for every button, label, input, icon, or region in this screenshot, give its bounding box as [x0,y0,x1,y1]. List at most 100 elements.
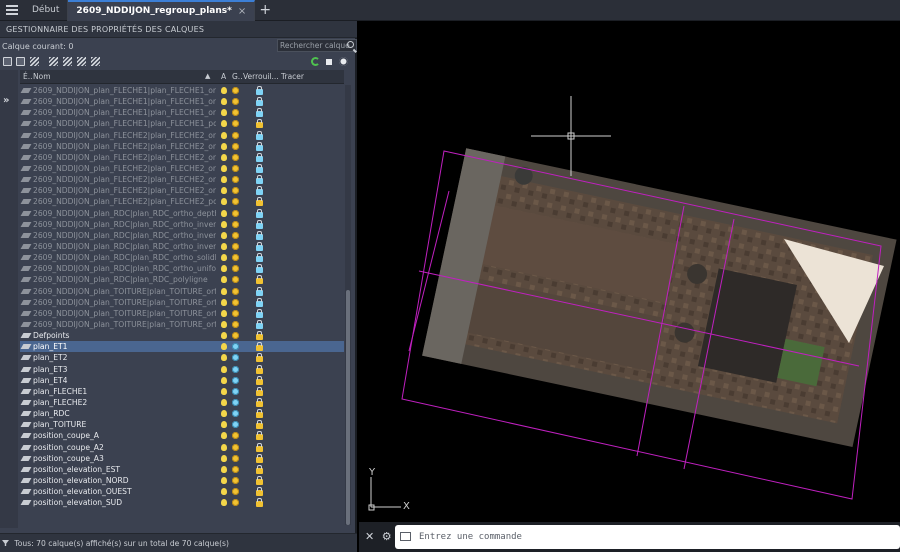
snowflake-icon[interactable] [232,343,239,351]
layer-row[interactable]: 2609_NDDIJON_plan_FLECHE2|plan_FLECHE2_o… [20,141,344,152]
sun-icon[interactable] [232,499,239,507]
unlock-icon[interactable] [256,442,263,452]
layer-name[interactable]: 2609_NDDIJON_plan_RDC|plan_RDC_ortho_uni… [33,263,216,274]
snowflake-icon[interactable] [232,410,239,418]
layer-name[interactable]: plan_ET1 [33,341,216,352]
sun-icon[interactable] [232,488,239,496]
unlock-icon[interactable] [256,420,263,430]
lightbulb-on-icon[interactable] [221,410,227,418]
layer-row[interactable]: position_coupe_A [20,430,344,441]
lightbulb-on-icon[interactable] [221,242,227,250]
lightbulb-on-icon[interactable] [221,376,227,384]
lightbulb-on-icon[interactable] [221,164,227,172]
snowflake-icon[interactable] [232,387,239,395]
command-input[interactable]: Entrez une commande [395,525,900,549]
sun-icon[interactable] [232,276,239,284]
layer-name[interactable]: position_elevation_EST [33,464,216,475]
layer-row[interactable]: 2609_NDDIJON_plan_TOITURE|plan_TOITURE_o… [20,297,344,308]
lightbulb-on-icon[interactable] [221,287,227,295]
layer-name[interactable]: 2609_NDDIJON_plan_RDC|plan_RDC_ortho_inv… [33,230,216,241]
layer-name[interactable]: 2609_NDDIJON_plan_RDC|plan_RDC_polyligne [33,274,216,285]
add-tab-button[interactable]: + [255,2,275,18]
lightbulb-on-icon[interactable] [221,332,227,340]
layer-row[interactable]: 2609_NDDIJON_plan_FLECHE2|plan_FLECHE2_p… [20,196,344,207]
col-on[interactable]: A [221,72,226,81]
layer-row[interactable]: plan_ET4 [20,375,344,386]
search-icon[interactable] [347,41,354,48]
delete-layer-icon[interactable] [77,57,86,66]
new-group-filter-icon[interactable] [16,57,25,66]
command-history-icon[interactable] [400,532,411,541]
snowflake-icon[interactable] [232,365,239,373]
layer-row[interactable]: 2609_NDDIJON_plan_FLECHE1|plan_FLECHE1_p… [20,118,344,129]
unlock-icon[interactable] [256,375,263,385]
layer-row[interactable]: plan_ET2 [20,352,344,363]
lightbulb-on-icon[interactable] [221,209,227,217]
layer-row[interactable]: plan_TOITURE [20,419,344,430]
lock-icon[interactable] [256,186,263,196]
sun-icon[interactable] [232,187,239,195]
lightbulb-on-icon[interactable] [221,198,227,206]
lock-icon[interactable] [256,219,263,229]
layer-name[interactable]: position_elevation_SUD [33,497,216,508]
layer-name[interactable]: 2609_NDDIJON_plan_TOITURE|plan_TOITURE_o… [33,297,216,308]
layer-row[interactable]: 2609_NDDIJON_plan_FLECHE2|plan_FLECHE2_o… [20,185,344,196]
layer-row[interactable]: plan_FLECHE1 [20,386,344,397]
sun-icon[interactable] [232,198,239,206]
layer-name[interactable]: 2609_NDDIJON_plan_FLECHE2|plan_FLECHE2_o… [33,152,216,163]
col-lock[interactable]: Verrouil... [243,72,279,81]
lightbulb-on-icon[interactable] [221,365,227,373]
layer-row[interactable]: position_elevation_OUEST [20,486,344,497]
layer-name[interactable]: plan_ET2 [33,352,216,363]
wrench-icon[interactable]: ⚙ [382,530,392,543]
close-icon[interactable]: ✕ [365,530,374,543]
close-tab-icon[interactable]: × [238,6,246,17]
lightbulb-on-icon[interactable] [221,131,227,139]
lock-icon[interactable] [256,286,263,296]
lightbulb-on-icon[interactable] [221,499,227,507]
unlock-icon[interactable] [256,386,263,396]
hamburger-menu-icon[interactable] [0,0,24,21]
lock-icon[interactable] [256,130,263,140]
new-layer-icon[interactable] [49,57,58,66]
lightbulb-on-icon[interactable] [221,187,227,195]
lightbulb-on-icon[interactable] [221,432,227,440]
lightbulb-on-icon[interactable] [221,142,227,150]
lock-icon[interactable] [256,97,263,107]
layer-row[interactable]: position_coupe_A2 [20,442,344,453]
lock-icon[interactable] [256,141,263,151]
layer-name[interactable]: 2609_NDDIJON_plan_FLECHE2|plan_FLECHE2_o… [33,141,216,152]
layer-row[interactable]: 2609_NDDIJON_plan_FLECHE2|plan_FLECHE2_o… [20,163,344,174]
layer-name[interactable]: 2609_NDDIJON_plan_FLECHE1|plan_FLECHE1_o… [33,107,216,118]
layer-name[interactable]: plan_ET4 [33,375,216,386]
sun-icon[interactable] [232,176,239,184]
layer-row[interactable]: 2609_NDDIJON_plan_TOITURE|plan_TOITURE_o… [20,286,344,297]
layer-row[interactable]: 2609_NDDIJON_plan_TOITURE|plan_TOITURE_o… [20,319,344,330]
sun-icon[interactable] [232,254,239,262]
sun-icon[interactable] [232,443,239,451]
layer-row[interactable]: plan_RDC [20,408,344,419]
sun-icon[interactable] [232,298,239,306]
unlock-icon[interactable] [256,353,263,363]
layer-row[interactable]: plan_ET3 [20,364,344,375]
lightbulb-on-icon[interactable] [221,343,227,351]
layer-name[interactable]: 2609_NDDIJON_plan_FLECHE2|plan_FLECHE2_o… [33,163,216,174]
lock-icon[interactable] [256,152,263,162]
lightbulb-on-icon[interactable] [221,443,227,451]
layer-row[interactable]: 2609_NDDIJON_plan_FLECHE1|plan_FLECHE1_o… [20,107,344,118]
unlock-icon[interactable] [256,453,263,463]
lightbulb-on-icon[interactable] [221,398,227,406]
layer-row[interactable]: 2609_NDDIJON_plan_RDC|plan_RDC_ortho_uni… [20,263,344,274]
unlock-icon[interactable] [256,464,263,474]
col-name[interactable]: Nom [33,72,51,81]
filter-icon[interactable] [2,540,9,546]
sun-icon[interactable] [232,320,239,328]
sun-icon[interactable] [232,454,239,462]
lightbulb-on-icon[interactable] [221,231,227,239]
lightbulb-on-icon[interactable] [221,98,227,106]
layer-name[interactable]: plan_RDC [33,408,216,419]
layer-list-scrollbar[interactable] [345,85,351,525]
layer-name[interactable]: 2609_NDDIJON_plan_FLECHE1|plan_FLECHE1_o… [33,85,216,96]
sun-icon[interactable] [232,142,239,150]
lock-icon[interactable] [256,297,263,307]
